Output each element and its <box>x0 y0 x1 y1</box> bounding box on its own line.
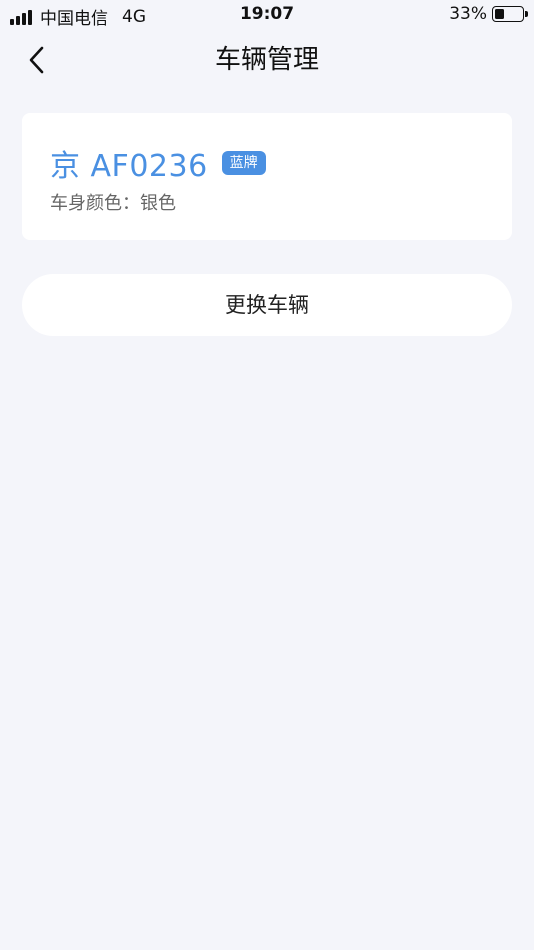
status-right: 33% <box>449 4 528 24</box>
car-color-label: 车身颜色：银色 <box>50 193 176 214</box>
battery-fill <box>495 9 504 19</box>
plate-row: 京 AF0236 蓝牌 <box>50 141 266 185</box>
nav-bar: 车辆管理 <box>0 30 534 90</box>
battery-cap <box>525 11 528 17</box>
change-vehicle-button[interactable]: 更换车辆 <box>22 274 512 336</box>
battery-percent: 33% <box>449 4 487 24</box>
plate-number: 京 AF0236 <box>50 149 208 184</box>
plate-type-badge: 蓝牌 <box>221 151 266 175</box>
status-bar: 中国电信 4G 19:07 33% <box>0 0 534 30</box>
page-title: 车辆管理 <box>214 45 319 75</box>
vehicle-card[interactable]: 京 AF0236 蓝牌 车身颜色：银色 <box>22 113 512 240</box>
battery-icon <box>492 6 528 22</box>
